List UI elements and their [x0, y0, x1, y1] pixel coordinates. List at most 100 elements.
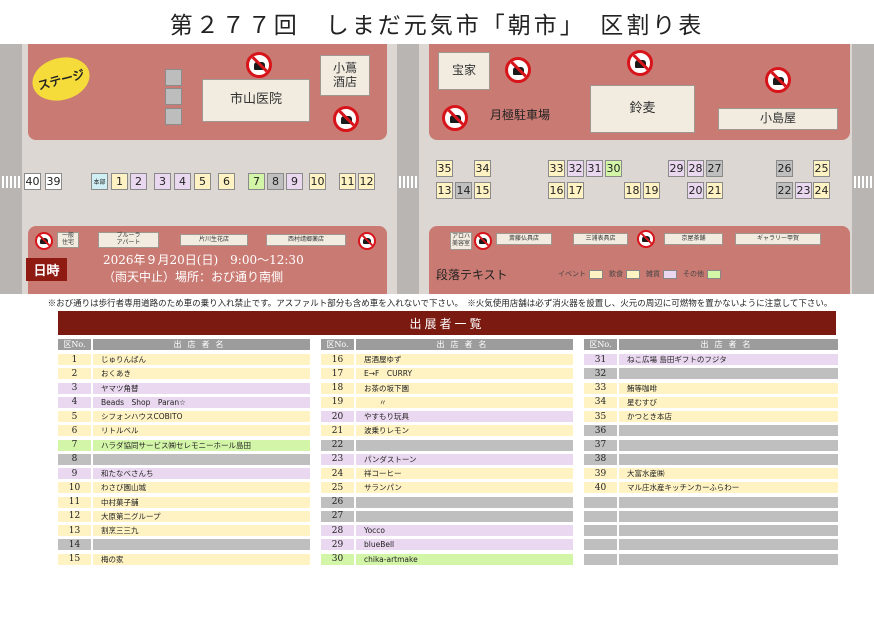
stall-4[interactable]: 4 — [174, 173, 191, 190]
exhibitor-name — [619, 496, 838, 508]
stall-19[interactable]: 19 — [643, 182, 660, 199]
table-row — [584, 553, 838, 565]
stall-18[interactable]: 18 — [624, 182, 641, 199]
stall-29[interactable]: 29 — [668, 160, 685, 177]
stall-3[interactable]: 3 — [154, 173, 171, 190]
building-hospital: 市山医院 — [202, 79, 310, 122]
stall-34[interactable]: 34 — [474, 160, 491, 177]
stall-5[interactable]: 5 — [194, 173, 211, 190]
stall-number: 33 — [584, 382, 617, 394]
table-row: 13 割烹三三九 — [58, 525, 310, 536]
equipment-box — [165, 69, 182, 86]
exhibitor-name: 中村菓子舗 — [93, 496, 310, 508]
legend-label: その他 — [683, 270, 704, 278]
stall-1[interactable]: 1 — [111, 173, 128, 190]
crosswalk-left — [2, 176, 20, 188]
stall-23[interactable]: 23 — [795, 182, 812, 199]
stall-number: 13 — [58, 525, 91, 536]
stall-2[interactable]: 2 — [130, 173, 147, 190]
stall-number: 8 — [58, 453, 91, 465]
exhibitor-name: 割烹三三九 — [93, 525, 310, 536]
col-name-header: 出店者名 — [356, 339, 573, 350]
table-row: 7 ハラダ協同サービス㈱セレモニーホール島田 — [58, 439, 310, 451]
stall-22[interactable]: 22 — [776, 182, 793, 199]
stall-number: 20 — [321, 411, 354, 422]
stall-number — [584, 553, 617, 565]
stall-39[interactable]: 39 — [45, 173, 62, 190]
stall-number: 22 — [321, 439, 354, 451]
stall-25[interactable]: 25 — [813, 160, 830, 177]
stall-12[interactable]: 12 — [358, 173, 375, 190]
stall-number: 28 — [321, 525, 354, 536]
crosswalk-right — [854, 176, 872, 188]
building-apartment: ブルーラ アパート — [98, 232, 159, 248]
stall-31[interactable]: 31 — [586, 160, 603, 177]
table-row: 18 お茶の坂下園 — [321, 382, 573, 394]
stall-hq[interactable]: 本部 — [91, 173, 108, 190]
exhibitor-name — [619, 525, 838, 536]
stall-number: 18 — [321, 382, 354, 394]
building-butsugu: 斎藤仏具店 — [496, 233, 552, 245]
table-row — [584, 496, 838, 508]
stall-number: 35 — [584, 411, 617, 422]
table-row — [584, 510, 838, 522]
stall-14[interactable]: 14 — [455, 182, 472, 199]
stall-number: 16 — [321, 354, 354, 365]
stall-number: 5 — [58, 411, 91, 422]
stall-number: 19 — [321, 396, 354, 408]
stall-28[interactable]: 28 — [687, 160, 704, 177]
building-suzumugi: 鈴麦 — [590, 85, 695, 133]
stall-11[interactable]: 11 — [339, 173, 356, 190]
stall-8[interactable]: 8 — [267, 173, 284, 190]
building-takaya: 宝家 — [438, 52, 490, 90]
table-row: 33 鮪等咖啡 — [584, 382, 838, 394]
exhibitor-name — [356, 439, 573, 451]
stall-9[interactable]: 9 — [286, 173, 303, 190]
stall-35[interactable]: 35 — [436, 160, 453, 177]
exhibitor-name: かつとき本店 — [619, 411, 838, 422]
stall-33[interactable]: 33 — [548, 160, 565, 177]
exhibitor-name: マル庄水産キッチンカーふらわー — [619, 482, 838, 494]
stall-21[interactable]: 21 — [706, 182, 723, 199]
stall-30[interactable]: 30 — [605, 160, 622, 177]
no-car-icon — [627, 50, 653, 76]
no-car-icon — [765, 67, 791, 93]
table-row — [584, 539, 838, 551]
legend-swatch — [663, 269, 677, 279]
stall-7[interactable]: 7 — [248, 173, 265, 190]
stall-number — [584, 539, 617, 551]
stall-40[interactable]: 40 — [24, 173, 41, 190]
table-row: 21 波乗りレモン — [321, 425, 573, 437]
exhibitor-name: サランパン — [356, 482, 573, 494]
stall-10[interactable]: 10 — [309, 173, 326, 190]
stall-6[interactable]: 6 — [218, 173, 235, 190]
stall-20[interactable]: 20 — [687, 182, 704, 199]
table-row: 28 Yocco — [321, 525, 573, 536]
stall-27[interactable]: 27 — [706, 160, 723, 177]
table-row: 12 大原第二グループ — [58, 510, 310, 522]
stall-26[interactable]: 26 — [776, 160, 793, 177]
exhibitor-name: Yocco — [356, 525, 573, 536]
stall-13[interactable]: 13 — [436, 182, 453, 199]
no-car-icon — [505, 57, 531, 83]
exhibitor-column: 区No. 出店者名 1 じゅりんばん 2 おくあき 3 ヤマツ角替 4 Beads Shop Pa… — [58, 339, 310, 568]
stall-number: 25 — [321, 482, 354, 494]
stall-number: 30 — [321, 553, 354, 565]
exhibitor-name: 大原第二グループ — [93, 510, 310, 522]
stall-15[interactable]: 15 — [474, 182, 491, 199]
building-tea: 京屋茶舗 — [664, 233, 723, 245]
stall-16[interactable]: 16 — [548, 182, 565, 199]
stall-number — [584, 496, 617, 508]
parking-label: 月極駐車場 — [490, 108, 551, 122]
crosswalk-center — [399, 176, 417, 188]
exhibitor-name — [93, 453, 310, 465]
exhibitor-name — [619, 425, 838, 437]
stall-17[interactable]: 17 — [567, 182, 584, 199]
no-car-icon — [442, 105, 468, 131]
stall-24[interactable]: 24 — [813, 182, 830, 199]
stall-number: 36 — [584, 425, 617, 437]
table-row: 39 大富水産㈱ — [584, 468, 838, 479]
table-row: 26 — [321, 496, 573, 508]
table-row: 35 かつとき本店 — [584, 411, 838, 422]
stall-32[interactable]: 32 — [567, 160, 584, 177]
